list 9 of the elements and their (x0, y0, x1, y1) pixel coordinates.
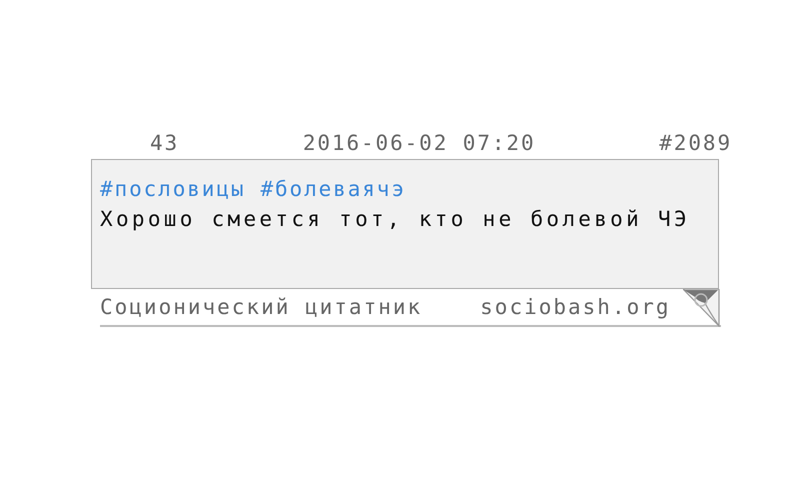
hashtag-link[interactable]: #пословицы (100, 174, 246, 204)
quote-date: 2016-06-02 07:20 (302, 130, 536, 157)
site-title: Соционический цитатник (100, 295, 422, 319)
hashtag-link[interactable]: #болеваячэ (260, 174, 406, 204)
page-curl-icon[interactable] (683, 289, 721, 327)
quote-text: Хорошо смеется тот, кто не болевой ЧЭ (100, 206, 691, 233)
quote-number-link[interactable]: #2089 (659, 129, 732, 159)
rating: 43 (150, 130, 180, 157)
site-link[interactable]: sociobash.org (480, 295, 671, 319)
